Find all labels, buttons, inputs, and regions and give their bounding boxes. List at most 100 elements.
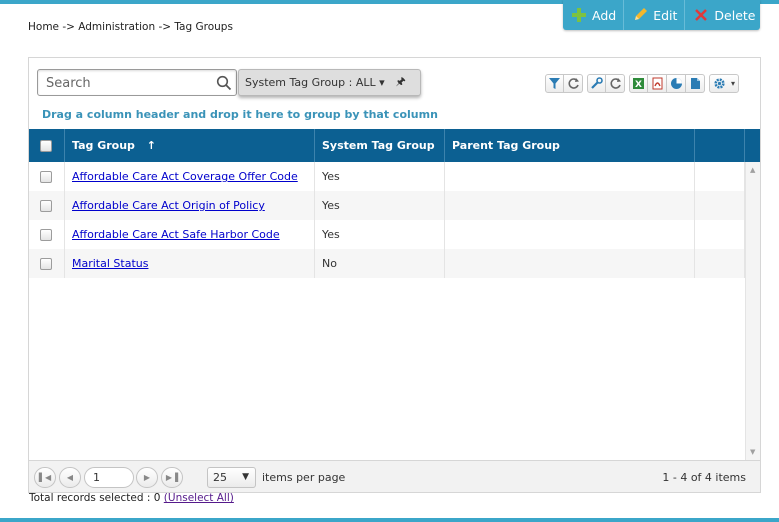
grid-body: Affordable Care Act Coverage Offer Code … — [29, 162, 745, 460]
pencil-icon — [635, 8, 648, 20]
header-scroll-spacer — [745, 129, 760, 162]
parent-tag-group-cell — [445, 249, 695, 278]
export-excel-button[interactable]: X — [629, 73, 648, 93]
header-tag-group[interactable]: Tag Group ↑ — [65, 129, 315, 162]
extra-cell — [695, 220, 745, 249]
refresh-icon — [609, 77, 621, 89]
items-per-page-label: items per page — [262, 471, 346, 484]
column-settings-button[interactable]: ▾ — [709, 73, 739, 93]
excel-icon: X — [633, 77, 644, 90]
last-page-icon: ▶▐ — [165, 473, 179, 482]
table-row[interactable]: Affordable Care Act Safe Harbor Code Yes — [29, 220, 745, 249]
refresh-icon — [567, 77, 579, 89]
delete-button[interactable]: Delete — [684, 0, 762, 30]
first-page-button[interactable]: ▌◀ — [34, 467, 56, 488]
header-extra — [695, 129, 745, 162]
table-row[interactable]: Marital Status No — [29, 249, 745, 278]
tag-group-cell: Affordable Care Act Safe Harbor Code — [65, 220, 315, 249]
next-page-button[interactable]: ▶ — [136, 467, 158, 488]
row-checkbox[interactable] — [40, 171, 52, 183]
wrench-icon — [591, 76, 603, 89]
extra-cell — [695, 162, 745, 191]
row-checkbox[interactable] — [40, 258, 52, 270]
filter-label: System Tag Group : ALL ▾ — [245, 76, 385, 89]
refresh-button[interactable] — [606, 73, 625, 93]
action-bar: Add Edit Delete — [563, 0, 760, 30]
edit-button-label: Edit — [653, 7, 678, 23]
edit-button[interactable]: Edit — [623, 0, 684, 30]
gear-icon — [714, 77, 725, 89]
grid-toolbar: X ▾ — [545, 73, 739, 93]
tag-group-cell: Affordable Care Act Coverage Offer Code — [65, 162, 315, 191]
page-number-input[interactable]: 1 — [84, 467, 134, 488]
filter-icon — [549, 77, 560, 89]
delete-button-label: Delete — [714, 7, 756, 23]
row-checkbox[interactable] — [40, 229, 52, 241]
table-row[interactable]: Affordable Care Act Coverage Offer Code … — [29, 162, 745, 191]
row-checkbox[interactable] — [40, 200, 52, 212]
row-select-cell — [29, 191, 65, 220]
document-button[interactable] — [686, 73, 705, 93]
x-icon — [695, 9, 708, 21]
page-size-select[interactable]: 25 ▼ — [207, 467, 256, 488]
breadcrumb: Home -> Administration -> Tag Groups — [28, 21, 233, 33]
grid-header: Tag Group ↑ System Tag Group Parent Tag … — [29, 129, 760, 162]
tag-group-link[interactable]: Affordable Care Act Safe Harbor Code — [72, 228, 280, 241]
header-system-tag-group-label: System Tag Group — [322, 139, 435, 152]
settings-wrench-button[interactable] — [587, 73, 606, 93]
tag-groups-panel: System Tag Group : ALL ▾ 🖈 — [28, 57, 761, 493]
search-box — [37, 69, 237, 96]
records-selected-label: Total records selected : 0 — [29, 492, 161, 504]
vertical-scrollbar[interactable]: ▲ ▼ — [745, 162, 760, 460]
system-tag-group-cell: Yes — [315, 162, 445, 191]
page-size-value: 25 — [213, 471, 227, 484]
parent-tag-group-cell — [445, 162, 695, 191]
scroll-up-arrow-icon[interactable]: ▲ — [750, 166, 755, 174]
system-tag-group-cell: No — [315, 249, 445, 278]
scroll-down-arrow-icon[interactable]: ▼ — [750, 448, 755, 456]
plus-icon — [572, 8, 586, 22]
add-button[interactable]: Add — [563, 0, 623, 30]
tag-group-cell: Marital Status — [65, 249, 315, 278]
extra-cell — [695, 191, 745, 220]
search-icon[interactable] — [216, 75, 232, 91]
previous-page-icon: ◀ — [66, 473, 74, 482]
header-system-tag-group[interactable]: System Tag Group — [315, 129, 445, 162]
grid-pager: ▌◀ ◀ 1 ▶ ▶▐ 25 ▼ items per page 1 - 4 of… — [29, 460, 760, 492]
extra-cell — [695, 249, 745, 278]
tag-group-link[interactable]: Marital Status — [72, 257, 148, 270]
unselect-all-link[interactable]: (Unselect All) — [164, 492, 234, 504]
next-page-icon: ▶ — [143, 473, 151, 482]
last-page-button[interactable]: ▶▐ — [161, 467, 183, 488]
refresh-filter-button[interactable] — [564, 73, 583, 93]
pin-icon[interactable]: 🖈 — [396, 73, 406, 92]
header-parent-tag-group-label: Parent Tag Group — [452, 139, 560, 152]
tag-group-link[interactable]: Affordable Care Act Coverage Offer Code — [72, 170, 298, 183]
row-select-cell — [29, 249, 65, 278]
chart-icon — [670, 77, 682, 89]
header-select-all — [29, 129, 65, 162]
document-icon — [690, 77, 700, 89]
chevron-down-icon: ▾ — [730, 78, 735, 88]
tag-group-link[interactable]: Affordable Care Act Origin of Policy — [72, 199, 265, 212]
table-row[interactable]: Affordable Care Act Origin of Policy Yes — [29, 191, 745, 220]
system-tag-group-filter[interactable]: System Tag Group : ALL ▾ 🖈 — [238, 69, 421, 96]
pdf-icon — [652, 77, 662, 89]
header-tag-group-label: Tag Group — [72, 139, 135, 152]
row-select-cell — [29, 220, 65, 249]
add-button-label: Add — [592, 7, 617, 23]
parent-tag-group-cell — [445, 191, 695, 220]
group-by-hint: Drag a column header and drop it here to… — [42, 108, 438, 121]
filter-button[interactable] — [545, 73, 564, 93]
sort-ascending-icon: ↑ — [146, 139, 156, 152]
export-pdf-button[interactable] — [648, 73, 667, 93]
pager-info: 1 - 4 of 4 items — [662, 471, 746, 484]
tag-group-cell: Affordable Care Act Origin of Policy — [65, 191, 315, 220]
system-tag-group-cell: Yes — [315, 191, 445, 220]
previous-page-button[interactable]: ◀ — [59, 467, 81, 488]
header-parent-tag-group[interactable]: Parent Tag Group — [445, 129, 695, 162]
search-input[interactable] — [44, 74, 212, 92]
select-all-checkbox[interactable] — [40, 140, 52, 152]
chevron-down-icon: ▼ — [242, 472, 249, 482]
chart-button[interactable] — [667, 73, 686, 93]
